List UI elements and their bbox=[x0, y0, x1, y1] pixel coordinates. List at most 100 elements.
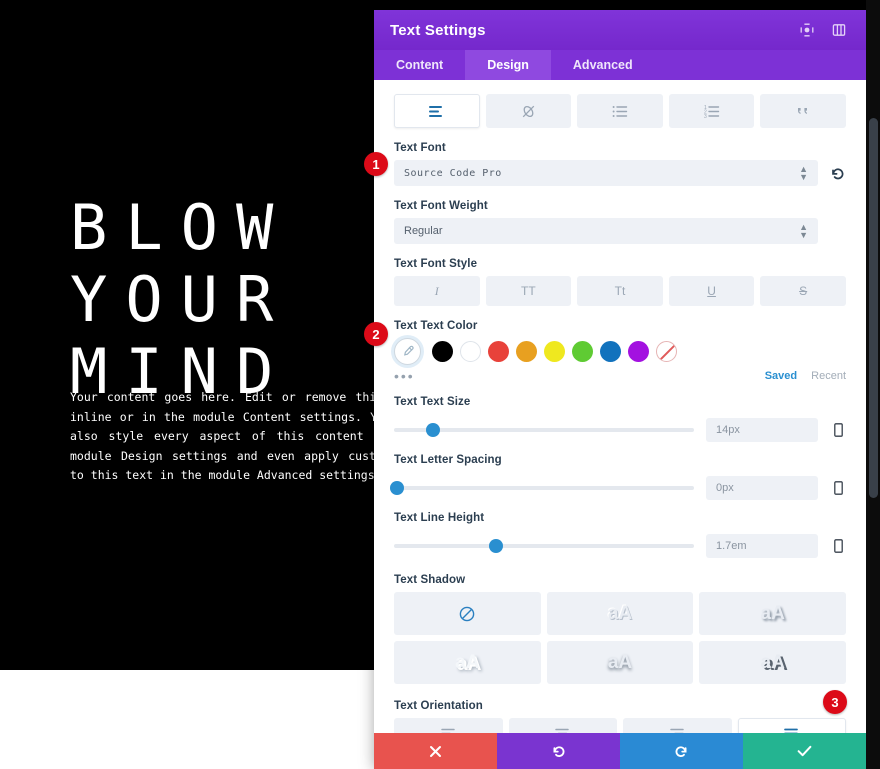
panel-action-bar bbox=[374, 733, 866, 769]
line-height-label: Text Line Height bbox=[394, 512, 485, 524]
ordered-list-icon[interactable]: 1 2 3 bbox=[668, 94, 755, 128]
text-size-slider-knob[interactable] bbox=[426, 423, 440, 437]
blockquote-icon[interactable] bbox=[760, 94, 846, 128]
text-size-slider[interactable] bbox=[394, 423, 694, 437]
shadow-drop-glyph: aA bbox=[607, 651, 633, 673]
text-size-label: Text Text Size bbox=[394, 396, 471, 408]
text-font-style-group: Text Font Style I TT Tt U S bbox=[394, 258, 846, 306]
target-icon[interactable] bbox=[796, 19, 818, 41]
text-settings-panel: Text Settings Content Design Advanced 1 … bbox=[374, 10, 866, 769]
page-scrollbar-thumb[interactable] bbox=[869, 118, 878, 498]
line-height-group: Text Line Height 1.7em bbox=[394, 512, 846, 558]
line-height-slider-knob[interactable] bbox=[489, 539, 503, 553]
swatch-white[interactable] bbox=[460, 341, 481, 362]
letter-spacing-label: Text Letter Spacing bbox=[394, 454, 502, 466]
shadow-hard-glyph: aA bbox=[760, 602, 785, 624]
letter-spacing-slider[interactable] bbox=[390, 481, 694, 495]
panel-tabs: Content Design Advanced bbox=[374, 50, 866, 80]
text-font-group: Text Font Source Code Pro ▲ ▼ bbox=[394, 142, 846, 186]
text-color-label: Text Text Color bbox=[394, 320, 478, 332]
swatch-blue[interactable] bbox=[600, 341, 621, 362]
callout-marker-2: 2 bbox=[364, 322, 388, 346]
line-height-slider[interactable] bbox=[394, 539, 694, 553]
svg-text:3: 3 bbox=[704, 114, 707, 118]
undo-button[interactable] bbox=[497, 733, 620, 769]
page-scrollbar[interactable] bbox=[866, 0, 880, 769]
chevron-updown-icon: ▲ ▼ bbox=[799, 164, 808, 182]
paragraph-icon[interactable] bbox=[394, 94, 480, 128]
text-size-group: Text Text Size 14px bbox=[394, 396, 846, 442]
letter-spacing-group: Text Letter Spacing 0px bbox=[390, 454, 846, 500]
swatch-yellow[interactable] bbox=[544, 341, 565, 362]
letter-spacing-slider-knob[interactable] bbox=[390, 481, 404, 495]
redo-button[interactable] bbox=[620, 733, 743, 769]
swatch-red[interactable] bbox=[488, 341, 509, 362]
swatch-purple[interactable] bbox=[628, 341, 649, 362]
text-font-select[interactable]: Source Code Pro ▲ ▼ bbox=[394, 160, 818, 186]
line-height-input[interactable]: 1.7em bbox=[706, 534, 818, 558]
letter-spacing-input[interactable]: 0px bbox=[706, 476, 818, 500]
shadow-emboss-option[interactable]: aA bbox=[394, 641, 541, 684]
align-left-option[interactable] bbox=[394, 718, 503, 733]
swatch-black[interactable] bbox=[432, 341, 453, 362]
text-font-weight-label: Text Font Weight bbox=[394, 200, 488, 212]
shadow-emboss-glyph: aA bbox=[455, 651, 480, 673]
text-font-label: Text Font bbox=[394, 142, 446, 154]
body-text-module[interactable]: Your content goes here. Edit or remove t… bbox=[70, 388, 420, 486]
text-font-style-label: Text Font Style bbox=[394, 258, 478, 270]
page-title: Text Settings bbox=[390, 21, 486, 39]
text-shadow-group: Text Shadow aA aA aA aA aA bbox=[394, 574, 846, 684]
shadow-hard-option[interactable]: aA bbox=[699, 592, 846, 635]
text-shadow-label: Text Shadow bbox=[394, 574, 466, 586]
swatch-transparent[interactable] bbox=[656, 341, 677, 362]
responsive-mobile-icon[interactable] bbox=[830, 423, 846, 437]
callout-marker-1: 1 bbox=[364, 152, 388, 176]
text-orientation-label: Text Orientation bbox=[394, 700, 483, 712]
swatch-green[interactable] bbox=[572, 341, 593, 362]
text-size-input[interactable]: 14px bbox=[706, 418, 818, 442]
chevron-updown-icon: ▲ ▼ bbox=[799, 222, 808, 240]
eyedropper-icon[interactable] bbox=[394, 338, 421, 365]
text-color-group: Text Text Color ••• Saved Recent bbox=[394, 320, 846, 383]
shadow-drop-option[interactable]: aA bbox=[546, 641, 694, 684]
tab-advanced[interactable]: Advanced bbox=[551, 50, 655, 80]
close-button[interactable] bbox=[374, 733, 497, 769]
text-font-value: Source Code Pro bbox=[404, 167, 502, 179]
recent-colors-tab[interactable]: Recent bbox=[811, 370, 846, 382]
italic-option[interactable]: I bbox=[394, 276, 480, 306]
layout-toggle-icon[interactable] bbox=[828, 19, 850, 41]
shadow-soft-option[interactable]: aA bbox=[546, 592, 694, 635]
align-center-option[interactable] bbox=[508, 718, 617, 733]
panel-header: Text Settings bbox=[374, 10, 866, 50]
text-orientation-group: Text Orientation bbox=[394, 700, 846, 733]
formatting-toolbar: 1 2 3 bbox=[394, 94, 846, 128]
underline-option[interactable]: U bbox=[668, 276, 755, 306]
strikethrough-option[interactable]: S bbox=[760, 276, 846, 306]
unordered-list-icon[interactable] bbox=[577, 94, 663, 128]
shadow-long-glyph: aA bbox=[760, 651, 785, 673]
link-icon[interactable] bbox=[485, 94, 572, 128]
shadow-soft-glyph: aA bbox=[607, 602, 633, 624]
capitalize-option[interactable]: Tt bbox=[577, 276, 663, 306]
screenshot-root: BLOW YOUR MIND Your content goes here. E… bbox=[0, 0, 880, 769]
callout-marker-3: 3 bbox=[823, 690, 847, 714]
saved-colors-tab[interactable]: Saved bbox=[765, 370, 797, 382]
responsive-mobile-icon[interactable] bbox=[830, 481, 846, 495]
tab-design[interactable]: Design bbox=[465, 50, 551, 80]
more-colors-button[interactable]: ••• bbox=[394, 369, 751, 383]
swatch-orange[interactable] bbox=[516, 341, 537, 362]
shadow-long-option[interactable]: aA bbox=[699, 641, 846, 684]
uppercase-option[interactable]: TT bbox=[485, 276, 572, 306]
align-right-option[interactable] bbox=[623, 718, 732, 733]
align-justify-option[interactable] bbox=[737, 718, 846, 733]
panel-settings-body: 1 2 3 Text Font Source Code Pro ▲ ▼ Text… bbox=[374, 80, 866, 733]
text-font-weight-group: Text Font Weight Regular ▲ ▼ bbox=[394, 200, 846, 244]
tab-content[interactable]: Content bbox=[374, 50, 465, 80]
responsive-mobile-icon[interactable] bbox=[830, 539, 846, 553]
save-button[interactable] bbox=[743, 733, 866, 769]
text-font-weight-value: Regular bbox=[404, 225, 443, 237]
text-font-weight-select[interactable]: Regular ▲ ▼ bbox=[394, 218, 818, 244]
reset-font-icon[interactable] bbox=[828, 164, 846, 182]
body-text: Your content goes here. Edit or remove t… bbox=[70, 390, 420, 483]
shadow-none-option[interactable] bbox=[394, 592, 541, 635]
